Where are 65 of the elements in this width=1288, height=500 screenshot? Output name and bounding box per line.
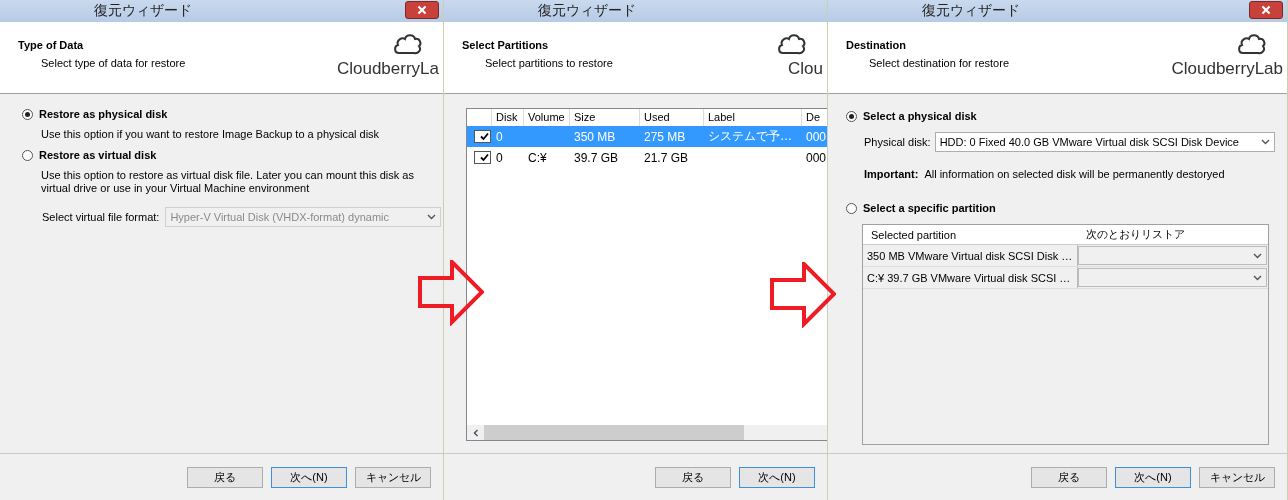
radio-button[interactable] bbox=[22, 149, 33, 161]
wizard-button[interactable]: キャンセル bbox=[1199, 466, 1275, 488]
option-description: Use this option if you want to restore Image Backup to a physical disk bbox=[41, 128, 381, 141]
table-cell-text: 0 bbox=[495, 150, 504, 165]
cloud-logo-icon bbox=[777, 31, 807, 57]
step-subheading: Select type of data for restore bbox=[41, 57, 186, 69]
chevron-down-icon bbox=[1253, 252, 1262, 259]
important-label: Important: bbox=[864, 168, 919, 180]
table-cell-text: 275 MB bbox=[643, 129, 687, 144]
wizard-button[interactable]: キャンセル bbox=[355, 466, 431, 488]
wizard-button[interactable]: 次へ(N) bbox=[739, 466, 815, 488]
right-arrow-icon bbox=[418, 260, 484, 326]
window-title: 復元ウィザード bbox=[922, 2, 1020, 20]
wizard-button[interactable]: 戻る bbox=[187, 466, 263, 488]
logo-text: CloudberryLa bbox=[336, 59, 439, 79]
checkmark-icon bbox=[480, 153, 489, 162]
logo-text: CloudberryLab bbox=[1171, 59, 1283, 79]
chevron-down-icon bbox=[1260, 139, 1270, 145]
column-header: Selected partition bbox=[870, 228, 957, 241]
checkbox[interactable] bbox=[474, 130, 491, 143]
checkbox[interactable] bbox=[474, 151, 491, 164]
wizard-button[interactable]: 戻る bbox=[1031, 466, 1107, 488]
window-title: 復元ウィザード bbox=[538, 2, 636, 20]
disk-dropdown[interactable]: HDD: 0 Fixed 40.0 GB VMware Virtual disk SCSI Disk Device bbox=[934, 132, 1275, 152]
close-icon[interactable] bbox=[1249, 1, 1283, 19]
table-cell-text: 0 bbox=[495, 129, 504, 144]
step-subheading: Select partitions to restore bbox=[485, 57, 613, 69]
table-cell-text: 000 bbox=[805, 129, 827, 144]
chevron-down-icon bbox=[1253, 274, 1262, 281]
table-cell-text: 000 bbox=[805, 150, 827, 165]
table-cell-text: C:¥ bbox=[527, 150, 548, 165]
table-cell-text: 350 MB bbox=[573, 129, 617, 144]
table-cell-text: システムで予… bbox=[707, 128, 793, 145]
cloud-logo-icon bbox=[393, 31, 423, 57]
step-heading: Select Partitions bbox=[462, 39, 550, 51]
right-arrow-icon bbox=[770, 262, 836, 328]
option-label[interactable]: Select a physical disk bbox=[863, 110, 977, 122]
option-label[interactable]: Restore as physical disk bbox=[39, 108, 168, 120]
radio-button[interactable] bbox=[846, 202, 857, 214]
step-heading: Destination bbox=[846, 39, 907, 51]
checkmark-icon bbox=[480, 132, 489, 141]
option-description: Use this option to restore as virtual disk file. Later you can mount this disk as virtual drive or use in your Virtual Machine environment bbox=[41, 169, 415, 195]
wizard-button[interactable]: 次へ(N) bbox=[1115, 466, 1191, 488]
warning-text: All information on selected disk will be permanently destoryed bbox=[924, 168, 1225, 180]
table-cell-text: 39.7 GB bbox=[573, 150, 620, 165]
cloud-logo-icon bbox=[1237, 31, 1267, 57]
horizontal-scrollbar[interactable] bbox=[467, 425, 827, 440]
window-title: 復元ウィザード bbox=[94, 2, 192, 20]
wizard-button[interactable]: 次へ(N) bbox=[271, 466, 347, 488]
format-label: Select virtual file format: bbox=[42, 211, 160, 223]
option-label[interactable]: Restore as virtual disk bbox=[39, 149, 157, 161]
step-subheading: Select destination for restore bbox=[869, 57, 1010, 69]
wizard-button[interactable]: 戻る bbox=[655, 466, 731, 488]
radio-button[interactable] bbox=[22, 108, 33, 120]
close-icon[interactable] bbox=[405, 1, 439, 19]
radio-button[interactable] bbox=[846, 110, 857, 122]
chevron-down-icon bbox=[427, 214, 437, 220]
partition-row[interactable]: 0 C:¥ 39.7 GB 21.7 GB 000 bbox=[467, 147, 827, 168]
logo-text: Clou bbox=[788, 59, 823, 79]
column-header: 次のとおりリストア bbox=[1085, 227, 1186, 242]
chevron-left-icon[interactable] bbox=[472, 428, 480, 437]
disk-label: Physical disk: bbox=[864, 136, 931, 148]
option-label[interactable]: Select a specific partition bbox=[863, 202, 996, 214]
step-heading: Type of Data bbox=[18, 39, 85, 51]
table-cell-text: 21.7 GB bbox=[643, 150, 690, 165]
